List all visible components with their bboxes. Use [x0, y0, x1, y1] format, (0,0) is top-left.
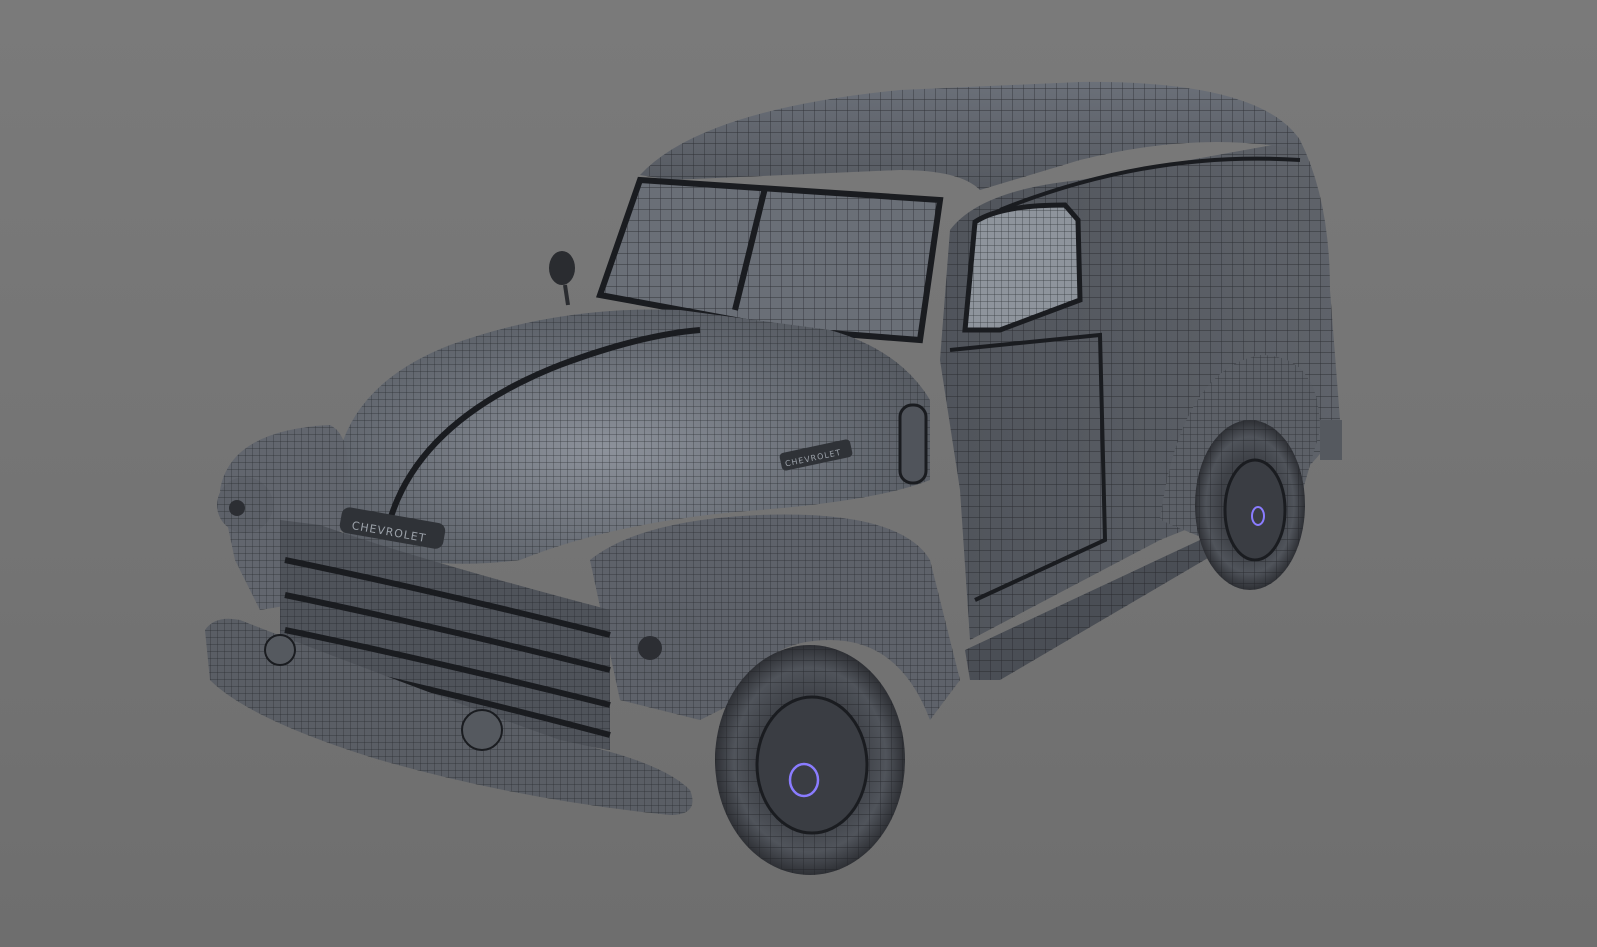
front-wheel: [715, 645, 905, 875]
left-headlight: [217, 477, 273, 533]
side-mirror: [549, 251, 575, 285]
rear-wheel: [1195, 420, 1305, 590]
3d-viewport[interactable]: CHEVROLET CHEVROLET: [0, 0, 1597, 947]
van-model-render: CHEVROLET CHEVROLET: [205, 81, 1342, 875]
right-headlight: [618, 598, 702, 682]
cowl-vent: [898, 403, 928, 485]
